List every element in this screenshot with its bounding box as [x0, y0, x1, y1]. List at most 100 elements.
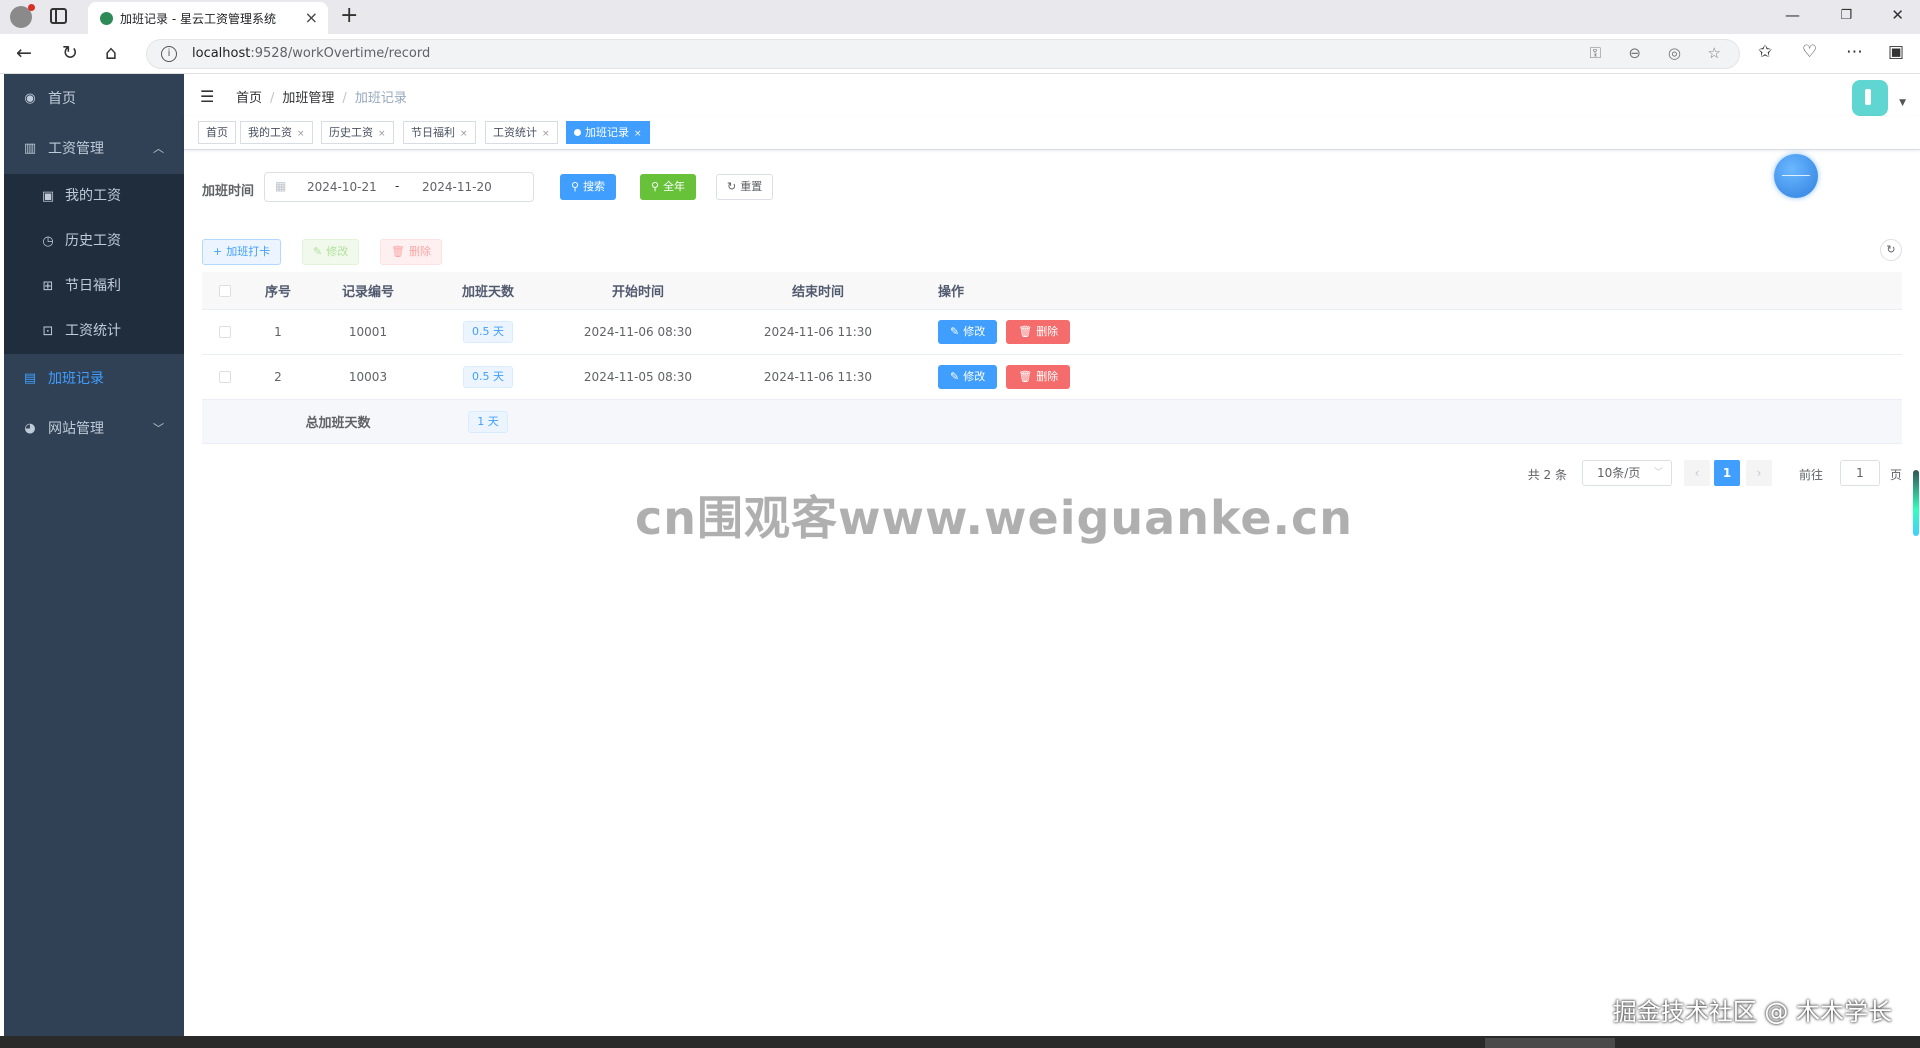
- site-info-icon[interactable]: i: [161, 46, 177, 62]
- close-icon[interactable]: ×: [460, 129, 468, 139]
- reload-icon[interactable]: ↻: [62, 42, 78, 64]
- sidebar-item-salary[interactable]: ▥ 工资管理 ︿: [4, 124, 184, 174]
- close-icon[interactable]: ×: [634, 129, 642, 139]
- browser-essentials-icon[interactable]: ♡: [1802, 42, 1817, 62]
- table-summary-row: 总加班天数 1 天: [202, 400, 1902, 444]
- search-icon: ⚲: [651, 180, 660, 193]
- close-icon[interactable]: ×: [542, 129, 550, 139]
- tag-overtime-record[interactable]: 加班记录 ×: [566, 121, 650, 144]
- breadcrumb-current: 加班记录: [354, 91, 407, 106]
- zoom-out-icon[interactable]: ⊖: [1628, 44, 1641, 62]
- favorites-icon[interactable]: ✩: [1758, 42, 1772, 62]
- sidebar-item-label: 我的工资: [65, 188, 121, 204]
- select-all-checkbox[interactable]: [219, 284, 231, 297]
- profile-avatar[interactable]: [10, 4, 35, 28]
- key-icon[interactable]: ⚿: [1590, 44, 1601, 62]
- sidebar-item-history-salary[interactable]: ◷ 历史工资: [4, 219, 184, 264]
- overtime-table: 序号 记录编号 加班天数 开始时间 结束时间 操作 1 10001 0.5 天 …: [202, 272, 1902, 444]
- window-close-icon[interactable]: ✕: [1891, 6, 1904, 24]
- more-icon[interactable]: ⋯: [1846, 42, 1863, 62]
- tab-close-icon[interactable]: ×: [305, 8, 318, 27]
- table-row: 2 10003 0.5 天 2024-11-05 08:30 2024-11-0…: [202, 355, 1902, 400]
- sidebar-item-label: 历史工资: [65, 233, 121, 249]
- tab-actions-icon[interactable]: [50, 8, 67, 24]
- date-start-input[interactable]: 2024-10-21: [307, 180, 377, 194]
- chevron-up-icon: ︿: [153, 142, 164, 155]
- close-icon[interactable]: ×: [297, 129, 305, 139]
- browser-tab-title: 加班记录 - 星云工资管理系统: [120, 12, 276, 26]
- back-icon[interactable]: ←: [16, 42, 32, 64]
- row-edit-button[interactable]: ✎ 修改: [938, 320, 998, 344]
- sidebar-item-my-salary[interactable]: ▣ 我的工资: [4, 174, 184, 219]
- browser-tab[interactable]: 加班记录 - 星云工资管理系统 ×: [88, 2, 328, 34]
- chevron-down-icon: ﹀: [153, 422, 164, 435]
- header-start-time: 开始时间: [611, 285, 664, 300]
- search-icon: ⚲: [571, 180, 580, 193]
- avatar[interactable]: [1852, 80, 1888, 116]
- edit-icon: ✎: [950, 325, 960, 338]
- prev-page-button[interactable]: ‹: [1684, 460, 1710, 486]
- address-bar[interactable]: i localhost:9528/workOvertime/record ⚿ ⊖…: [146, 39, 1740, 69]
- window-restore-icon[interactable]: ❐: [1840, 8, 1852, 23]
- add-overtime-button[interactable]: + 加班打卡: [202, 239, 282, 265]
- sidebar-item-site-admin[interactable]: ◕ 网站管理 ﹀: [4, 404, 184, 454]
- favorite-star-icon[interactable]: ☆: [1708, 44, 1721, 62]
- row-delete-button[interactable]: 🗑 删除: [1006, 320, 1071, 344]
- floating-assistant-ball[interactable]: [1774, 154, 1818, 198]
- sidebar-item-holiday-welfare[interactable]: ⊞ 节日福利: [4, 264, 184, 309]
- sidebar-item-home[interactable]: ◉ 首页: [4, 74, 184, 124]
- search-button[interactable]: ⚲ 搜索: [560, 174, 617, 200]
- sidebar-item-label: 工资管理: [48, 141, 104, 157]
- url-text[interactable]: localhost:9528/workOvertime/record: [192, 46, 430, 61]
- sidebar-toggle-icon[interactable]: ▣: [1888, 42, 1904, 62]
- row-end-time: 2024-11-06 11:30: [763, 370, 873, 384]
- sidebar-item-overtime-record[interactable]: ▤ 加班记录: [4, 354, 184, 404]
- date-range-picker[interactable]: ▦ 2024-10-21 - 2024-11-20: [264, 172, 534, 202]
- row-index: 2: [274, 370, 282, 384]
- caret-down-icon[interactable]: ▼: [1899, 98, 1906, 108]
- close-icon[interactable]: ×: [378, 129, 386, 139]
- reset-button[interactable]: ↻ 重置: [716, 174, 774, 200]
- date-end-input[interactable]: 2024-11-20: [422, 180, 492, 194]
- sidebar-item-salary-stats[interactable]: ⊡ 工资统计: [4, 309, 184, 354]
- row-edit-button[interactable]: ✎ 修改: [938, 365, 998, 389]
- overtime-days-badge: 0.5 天: [463, 366, 513, 388]
- breadcrumb-overtime-mgmt[interactable]: 加班管理: [282, 91, 334, 106]
- next-page-button[interactable]: ›: [1746, 460, 1772, 486]
- tag-my-salary[interactable]: 我的工资 ×: [240, 121, 313, 144]
- goto-label: 前往: [1798, 468, 1823, 482]
- extension-icon[interactable]: ◎: [1668, 44, 1681, 62]
- full-year-button[interactable]: ⚲ 全年: [640, 174, 697, 200]
- home-icon[interactable]: ⌂: [105, 42, 117, 64]
- refresh-table-button[interactable]: ↻: [1880, 239, 1902, 261]
- salary-submenu: ▣ 我的工资 ◷ 历史工资 ⊞ 节日福利 ⊡ 工资统计: [4, 174, 184, 354]
- tag-history-salary[interactable]: 历史工资 ×: [321, 121, 394, 144]
- row-checkbox[interactable]: [219, 371, 231, 383]
- breadcrumb-home[interactable]: 首页: [236, 91, 262, 106]
- new-tab-icon[interactable]: +: [340, 3, 358, 28]
- dashboard-icon: ◉: [24, 91, 36, 106]
- taskbar-strip: [0, 1036, 1920, 1048]
- scroll-indicator[interactable]: [1913, 470, 1919, 536]
- row-checkbox[interactable]: [219, 326, 231, 338]
- page-number-current[interactable]: 1: [1714, 460, 1740, 486]
- hamburger-icon[interactable]: ☰: [200, 87, 214, 106]
- row-start-time: 2024-11-06 08:30: [583, 325, 693, 339]
- page-size-select[interactable]: 10条/页 ﹀: [1582, 460, 1672, 486]
- pagination-total: 共 2 条: [1527, 468, 1567, 482]
- row-delete-button[interactable]: 🗑 删除: [1006, 365, 1071, 389]
- window-minimize-icon[interactable]: —: [1785, 6, 1800, 24]
- row-start-time: 2024-11-05 08:30: [583, 370, 693, 384]
- tag-holiday-welfare[interactable]: 节日福利 ×: [403, 121, 476, 144]
- chevron-down-icon: ﹀: [1653, 468, 1663, 478]
- sidebar: ◉ 首页 ▥ 工资管理 ︿ ▣ 我的工资 ◷ 历史工资 ⊞ 节日福利 ⊡ 工资统…: [4, 74, 184, 1036]
- sidebar-item-label: 网站管理: [48, 421, 104, 437]
- chart-icon: ⊡: [42, 324, 54, 339]
- browser-toolbar: ← ↻ ⌂ i localhost:9528/workOvertime/reco…: [0, 34, 1920, 74]
- goto-page-input[interactable]: 1: [1840, 460, 1880, 486]
- tag-salary-stats[interactable]: 工资统计 ×: [485, 121, 558, 144]
- header-record-code: 记录编号: [341, 285, 394, 300]
- tag-home[interactable]: 首页: [198, 121, 236, 144]
- clock-icon: ◷: [42, 234, 54, 249]
- edit-icon: ✎: [950, 370, 960, 383]
